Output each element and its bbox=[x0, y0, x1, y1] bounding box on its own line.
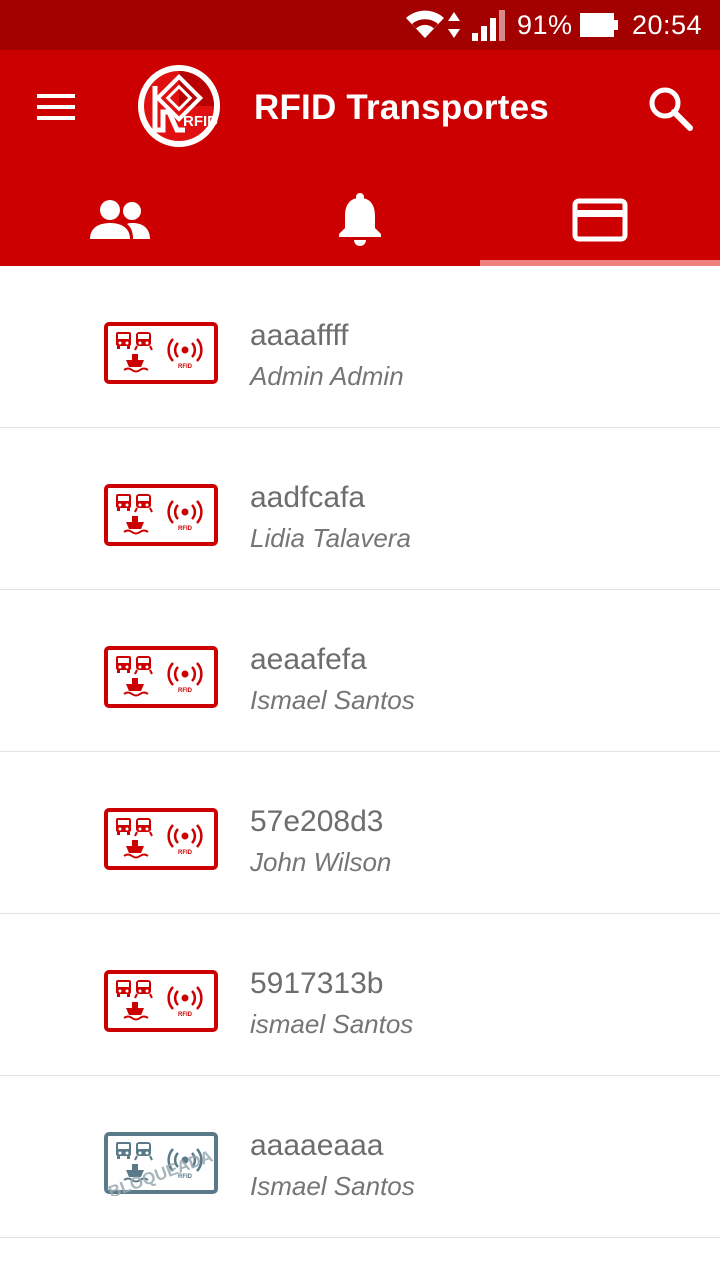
card-owner: Lidia Talavera bbox=[250, 523, 411, 553]
svg-text:RFID: RFID bbox=[178, 688, 193, 694]
battery-percent: 91% bbox=[517, 9, 573, 40]
rfid-card-icon: RFID bbox=[104, 322, 218, 386]
list-item[interactable]: RFID aeaafefa Ismael Santos bbox=[0, 590, 720, 752]
signal-icon bbox=[470, 0, 508, 50]
list-item[interactable]: RFID 5917313b ismael Santos bbox=[0, 914, 720, 1076]
svg-text:RFID: RFID bbox=[178, 850, 193, 856]
card-list: RFID aaaaffff Admin Admin RFID aadfcafa … bbox=[0, 266, 720, 1238]
menu-icon bbox=[37, 94, 75, 120]
people-icon bbox=[90, 200, 150, 239]
card-owner: Ismael Santos bbox=[250, 1171, 415, 1201]
card-owner: Admin Admin bbox=[250, 361, 404, 391]
rfid-card-icon: RFID bbox=[104, 484, 218, 548]
app-logo: RFID bbox=[137, 64, 221, 148]
card-owner: ismael Santos bbox=[250, 1009, 414, 1039]
status-bar: 91% 20:54 bbox=[0, 0, 720, 50]
card-owner: John Wilson bbox=[250, 847, 392, 877]
bell-icon bbox=[339, 193, 381, 246]
tab-cards[interactable] bbox=[480, 174, 720, 266]
wifi-icon bbox=[404, 0, 446, 50]
card-owner: Ismael Santos bbox=[250, 685, 415, 715]
svg-text:RFID: RFID bbox=[178, 526, 193, 532]
rfid-card-blocked-icon: RFID BLOQUEADA bbox=[104, 1132, 218, 1202]
clock: 20:54 bbox=[632, 9, 703, 40]
list-item[interactable]: RFID BLOQUEADA aaaaeaaa Ismael Santos bbox=[0, 1076, 720, 1238]
card-code: aaaaeaaa bbox=[250, 1129, 384, 1162]
tab-users[interactable] bbox=[0, 174, 240, 266]
rfid-card-icon: RFID bbox=[104, 646, 218, 710]
card-code: 57e208d3 bbox=[250, 805, 384, 838]
list-item[interactable]: RFID aadfcafa Lidia Talavera bbox=[0, 428, 720, 590]
rfid-card-icon: RFID bbox=[104, 970, 218, 1034]
svg-text:RFID: RFID bbox=[178, 364, 193, 370]
card-code: aeaafefa bbox=[250, 643, 367, 676]
rfid-card-icon: RFID bbox=[104, 808, 218, 872]
menu-button[interactable] bbox=[28, 86, 84, 128]
svg-text:RFID: RFID bbox=[178, 1012, 193, 1018]
list-item[interactable]: RFID aaaaffff Admin Admin bbox=[0, 266, 720, 428]
data-arrows-icon bbox=[446, 0, 462, 50]
app-title: RFID Transportes bbox=[254, 88, 549, 127]
card-icon bbox=[572, 198, 628, 242]
tab-notifications[interactable] bbox=[240, 174, 480, 266]
card-code: aadfcafa bbox=[250, 481, 366, 514]
card-code: 5917313b bbox=[250, 967, 384, 1000]
search-button[interactable] bbox=[640, 78, 700, 138]
battery-icon bbox=[579, 0, 619, 50]
card-code: aaaaffff bbox=[250, 319, 349, 352]
app-bar: RFID RFID Transportes bbox=[0, 50, 720, 266]
list-item[interactable]: RFID 57e208d3 John Wilson bbox=[0, 752, 720, 914]
search-icon bbox=[649, 87, 693, 131]
logo-text: RFID bbox=[183, 113, 218, 130]
tab-bar bbox=[0, 174, 720, 266]
